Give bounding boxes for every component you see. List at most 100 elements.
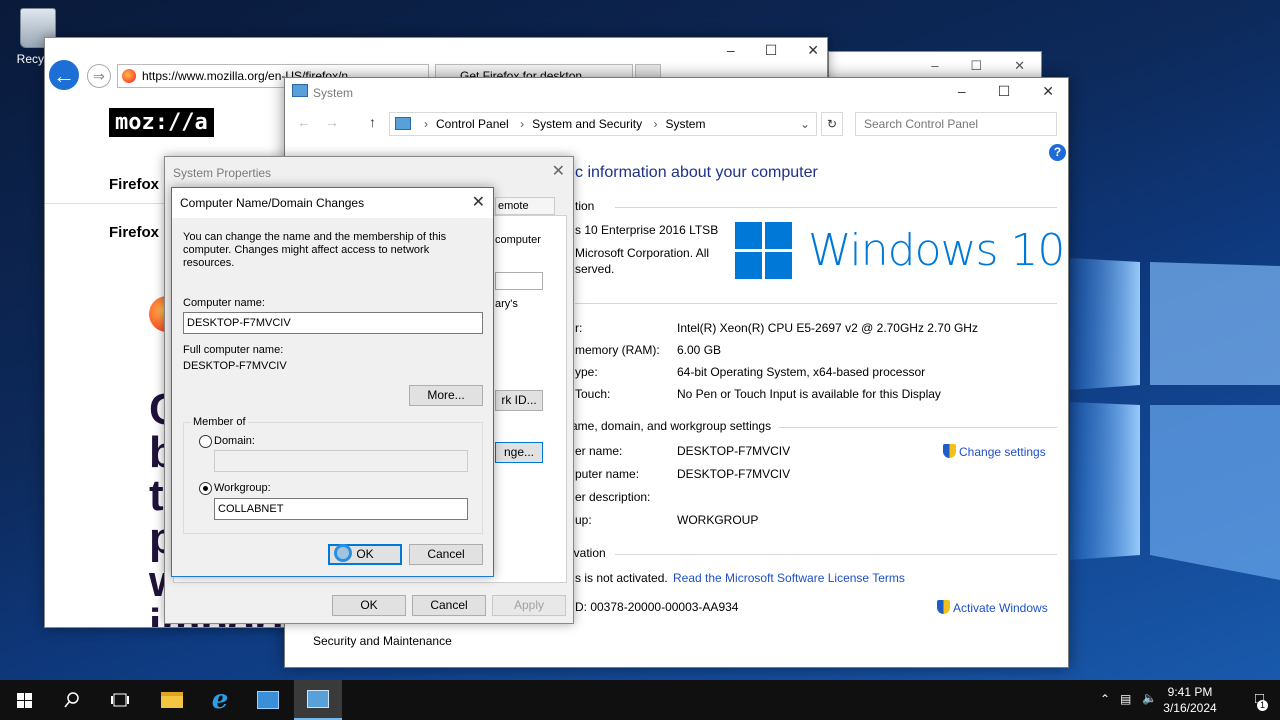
name-label: er name:	[575, 444, 623, 458]
up-arrow-icon[interactable]: ↑	[369, 114, 376, 130]
workgroup-field[interactable]: COLLABNET	[214, 498, 468, 520]
internet-explorer-icon: e	[211, 685, 229, 715]
maximize-icon[interactable]: ☐	[765, 42, 778, 59]
forward-button[interactable]: ⇒	[87, 64, 111, 88]
mouse-cursor-icon	[334, 544, 352, 562]
task-view-icon	[111, 693, 129, 707]
tab-remote[interactable]: emote	[495, 197, 555, 215]
edition-name: s 10 Enterprise 2016 LTSB	[575, 223, 719, 237]
license-terms-link[interactable]: Read the Microsoft Software License Term…	[673, 571, 905, 585]
breadcrumb-system-security[interactable]: System and Security	[532, 117, 642, 131]
page-title: c information about your computer	[575, 164, 818, 181]
start-icon	[16, 692, 32, 708]
internet-explorer-button[interactable]: e	[196, 680, 244, 720]
domain-label: Domain:	[214, 435, 255, 447]
close-icon[interactable]: ✕	[472, 192, 485, 212]
system-icon	[292, 84, 308, 97]
cancel-button[interactable]: Cancel	[409, 544, 483, 565]
system-properties-icon	[307, 690, 329, 708]
firefox-nav-link-2[interactable]: Firefox	[109, 224, 159, 241]
name-label: er description:	[575, 490, 651, 504]
full-name-value: DESKTOP-F7MVCIV	[183, 360, 287, 372]
full-name-label: Full computer name:	[183, 344, 284, 356]
minimize-icon[interactable]: –	[931, 58, 938, 74]
domain-field[interactable]	[214, 450, 468, 472]
windows-logo-icon	[735, 222, 792, 279]
spec-label: memory (RAM):	[575, 343, 660, 357]
partial-text: computer	[495, 234, 541, 246]
volume-muted-icon[interactable]: 🔈	[1142, 691, 1157, 705]
search-icon	[64, 692, 79, 708]
change-settings-link[interactable]: Change settings	[943, 444, 1046, 459]
spec-label: r:	[575, 321, 583, 335]
close-icon[interactable]: ✕	[1014, 58, 1025, 74]
activate-windows-link[interactable]: Activate Windows	[937, 600, 1048, 615]
breadcrumb-system[interactable]: System	[665, 117, 705, 131]
divider	[779, 427, 1057, 428]
change-button[interactable]: nge...	[495, 442, 543, 463]
partial-text: ary's	[495, 298, 518, 310]
spec-value: 64-bit Operating System, x64-based proce…	[677, 365, 926, 379]
system-properties-taskbar-button[interactable]	[294, 680, 342, 720]
close-icon[interactable]: ✕	[552, 161, 565, 181]
more-button[interactable]: More...	[409, 385, 483, 406]
back-button[interactable]: ←	[47, 58, 81, 92]
breadcrumb-control-panel[interactable]: Control Panel	[436, 117, 509, 131]
windows-logo-text: Windows 10	[808, 225, 1065, 276]
file-explorer-button[interactable]	[148, 680, 196, 720]
mozilla-logo[interactable]: moz://a	[109, 108, 214, 137]
apply-button[interactable]: Apply	[492, 595, 566, 616]
close-icon[interactable]: ✕	[1042, 83, 1054, 100]
maximize-icon[interactable]: ☐	[998, 83, 1011, 100]
windows-10-logo: Windows 10	[735, 222, 1065, 279]
edition-header: tion	[575, 199, 595, 213]
computer-name-field[interactable]: DESKTOP-F7MVCIV	[183, 312, 483, 334]
network-icon[interactable]: ▤	[1120, 692, 1131, 706]
background-window[interactable]: – ☐ ✕	[828, 51, 1042, 79]
search-button[interactable]	[48, 680, 96, 720]
cancel-button[interactable]: Cancel	[412, 595, 486, 616]
chevron-up-icon[interactable]: ⌃	[1100, 692, 1110, 706]
file-explorer-icon	[161, 692, 183, 708]
minimize-icon[interactable]: –	[958, 83, 966, 100]
firefox-nav-link[interactable]: Firefox	[109, 176, 159, 193]
workgroup-value: WORKGROUP	[677, 513, 759, 527]
site-favicon-icon	[122, 69, 136, 83]
activate-windows-label: Activate Windows	[953, 601, 1048, 615]
name-label: up:	[575, 513, 592, 527]
chevron-down-icon[interactable]: ⌄	[800, 113, 810, 135]
breadcrumb[interactable]: › Control Panel › System and Security › Sys…	[389, 112, 817, 136]
refresh-icon[interactable]: ↻	[821, 112, 843, 136]
security-maintenance-link[interactable]: Security and Maintenance	[313, 634, 452, 648]
maximize-icon[interactable]: ☐	[970, 58, 982, 74]
dialog-description: You can change the name and the membersh…	[183, 231, 447, 269]
divider	[615, 554, 1057, 555]
clock[interactable]: 9:41 PM 3/16/2024	[1158, 684, 1222, 716]
full-name-value: DESKTOP-F7MVCIV	[677, 467, 791, 481]
nav-back-forward[interactable]: ←→	[297, 114, 353, 130]
divider	[575, 303, 1057, 304]
uac-shield-icon	[937, 600, 950, 614]
ok-button[interactable]: OK	[332, 595, 406, 616]
workgroup-radio[interactable]	[199, 482, 212, 495]
spec-label: ype:	[575, 365, 598, 379]
computer-name-dialog[interactable]: Computer Name/Domain Changes ✕ You can c…	[171, 187, 494, 577]
spec-value: 6.00 GB	[677, 343, 722, 357]
clock-date: 3/16/2024	[1163, 701, 1217, 715]
system-tray: ⌃ ▤ 🔈 9:41 PM 3/16/2024 □ 1	[1080, 680, 1280, 720]
computer-name-label: Computer name:	[183, 297, 265, 309]
network-id-button[interactable]: rk ID...	[495, 390, 543, 411]
close-icon[interactable]: ✕	[807, 42, 819, 59]
uac-shield-icon	[943, 444, 956, 458]
workgroup-label: Workgroup:	[214, 482, 271, 494]
server-manager-button[interactable]	[244, 680, 292, 720]
spec-value: Intel(R) Xeon(R) CPU E5-2697 v2 @ 2.70GH…	[677, 321, 978, 335]
start-button[interactable]	[0, 680, 48, 720]
domain-radio[interactable]	[199, 435, 212, 448]
search-input[interactable]: Search Control Panel	[855, 112, 1057, 136]
help-icon[interactable]: ?	[1049, 144, 1066, 161]
task-view-button[interactable]	[96, 680, 144, 720]
minimize-icon[interactable]: –	[727, 42, 735, 59]
description-field[interactable]	[495, 272, 543, 290]
product-id: D: 00378-20000-00003-AA934	[575, 600, 739, 614]
